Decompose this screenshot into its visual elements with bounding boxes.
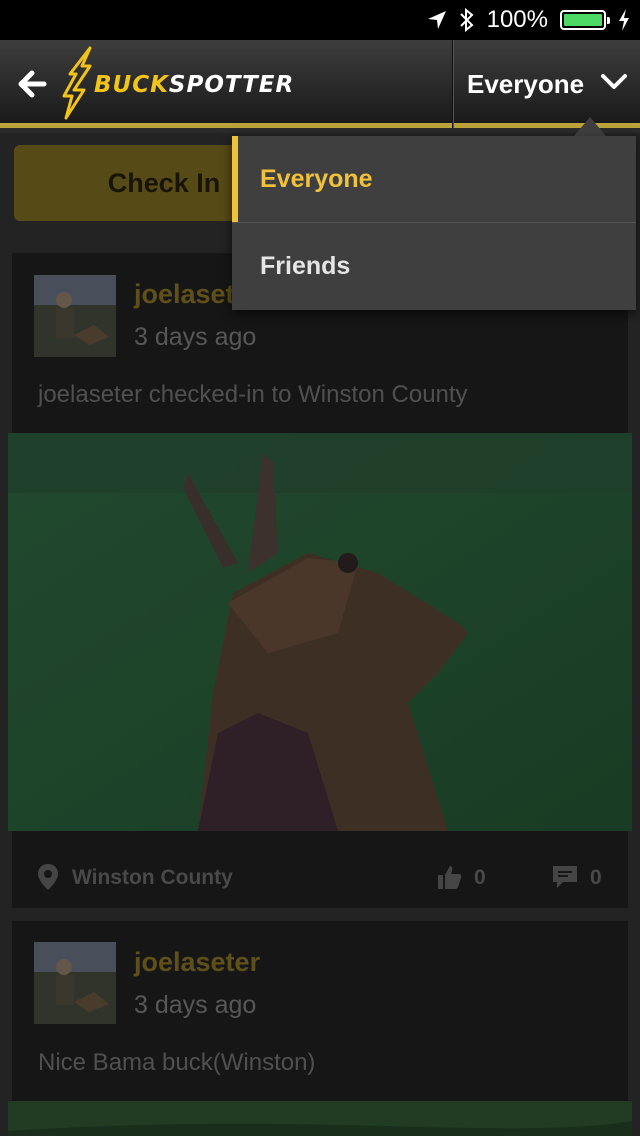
- chevron-down-icon: [601, 74, 627, 89]
- audience-filter-button[interactable]: Everyone: [455, 40, 640, 128]
- dropdown-item-label: Everyone: [260, 165, 373, 193]
- logo-text-buck: BUCK: [94, 72, 169, 98]
- app-header: BUCKSPOTTER Everyone: [0, 40, 640, 128]
- battery-percent: 100%: [486, 6, 548, 33]
- dropdown-item-everyone[interactable]: Everyone: [232, 136, 636, 223]
- charging-bolt-icon: [619, 9, 629, 31]
- status-bar: 100%: [0, 0, 640, 40]
- bucksptter-logo: BUCKSPOTTER: [60, 46, 350, 122]
- audience-filter-label: Everyone: [467, 68, 585, 99]
- dropdown-pointer: [574, 117, 606, 136]
- audience-dropdown: Everyone Friends: [232, 136, 636, 310]
- header-divider: [452, 40, 454, 128]
- battery-icon: [560, 10, 610, 30]
- dropdown-item-friends[interactable]: Friends: [232, 223, 636, 310]
- location-arrow-icon: [427, 11, 446, 29]
- bluetooth-icon: [459, 7, 474, 33]
- back-arrow-icon[interactable]: [14, 64, 54, 104]
- dropdown-item-label: Friends: [260, 252, 351, 280]
- logo-text-spotter: SPOTTER: [168, 72, 295, 98]
